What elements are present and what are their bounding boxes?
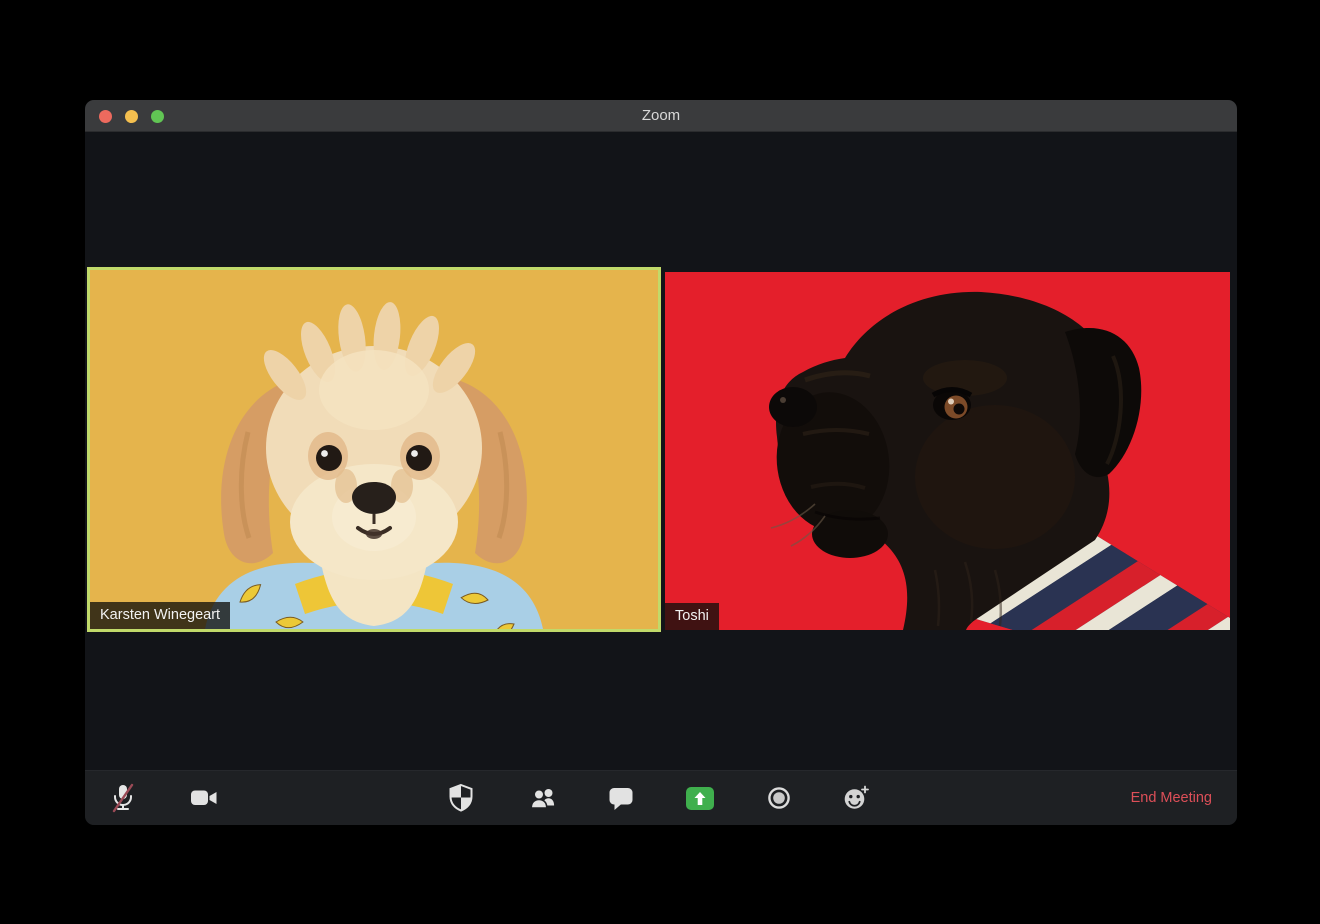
meeting-toolbar: End Meeting bbox=[85, 770, 1237, 825]
video-camera-icon bbox=[191, 790, 217, 805]
window-titlebar[interactable]: Zoom bbox=[85, 100, 1237, 132]
reactions-button[interactable] bbox=[835, 777, 877, 819]
participant-name-label: Karsten Winegeart bbox=[90, 602, 231, 629]
security-button[interactable] bbox=[440, 777, 482, 819]
smiley-plus-icon bbox=[844, 785, 869, 809]
start-video-button[interactable] bbox=[183, 777, 225, 819]
share-screen-up-arrow-icon bbox=[686, 786, 714, 810]
video-tile-karsten[interactable]: Karsten Winegeart bbox=[87, 267, 661, 632]
puppy-video-frame bbox=[90, 270, 658, 629]
pug-video-frame bbox=[665, 272, 1230, 630]
chat-bubble-icon bbox=[609, 788, 633, 810]
participants-icon bbox=[530, 788, 555, 809]
participants-button[interactable] bbox=[523, 777, 565, 819]
window-title: Zoom bbox=[641, 107, 681, 124]
chat-button[interactable] bbox=[600, 777, 642, 819]
video-tile-toshi[interactable]: Toshi bbox=[665, 272, 1230, 630]
microphone-muted-icon bbox=[112, 783, 134, 813]
end-meeting-button[interactable]: End Meeting bbox=[1131, 790, 1212, 806]
record-button[interactable] bbox=[758, 777, 800, 819]
zoom-app-window: Zoom Karsten Winegeart Toshi End Meeting bbox=[85, 100, 1237, 825]
record-circle-icon bbox=[768, 787, 790, 809]
security-shield-icon bbox=[449, 783, 473, 812]
mute-button[interactable] bbox=[102, 777, 144, 819]
video-grid: Karsten Winegeart Toshi bbox=[85, 132, 1237, 770]
participant-name-label: Toshi bbox=[665, 603, 719, 630]
share-screen-button[interactable] bbox=[679, 777, 721, 819]
